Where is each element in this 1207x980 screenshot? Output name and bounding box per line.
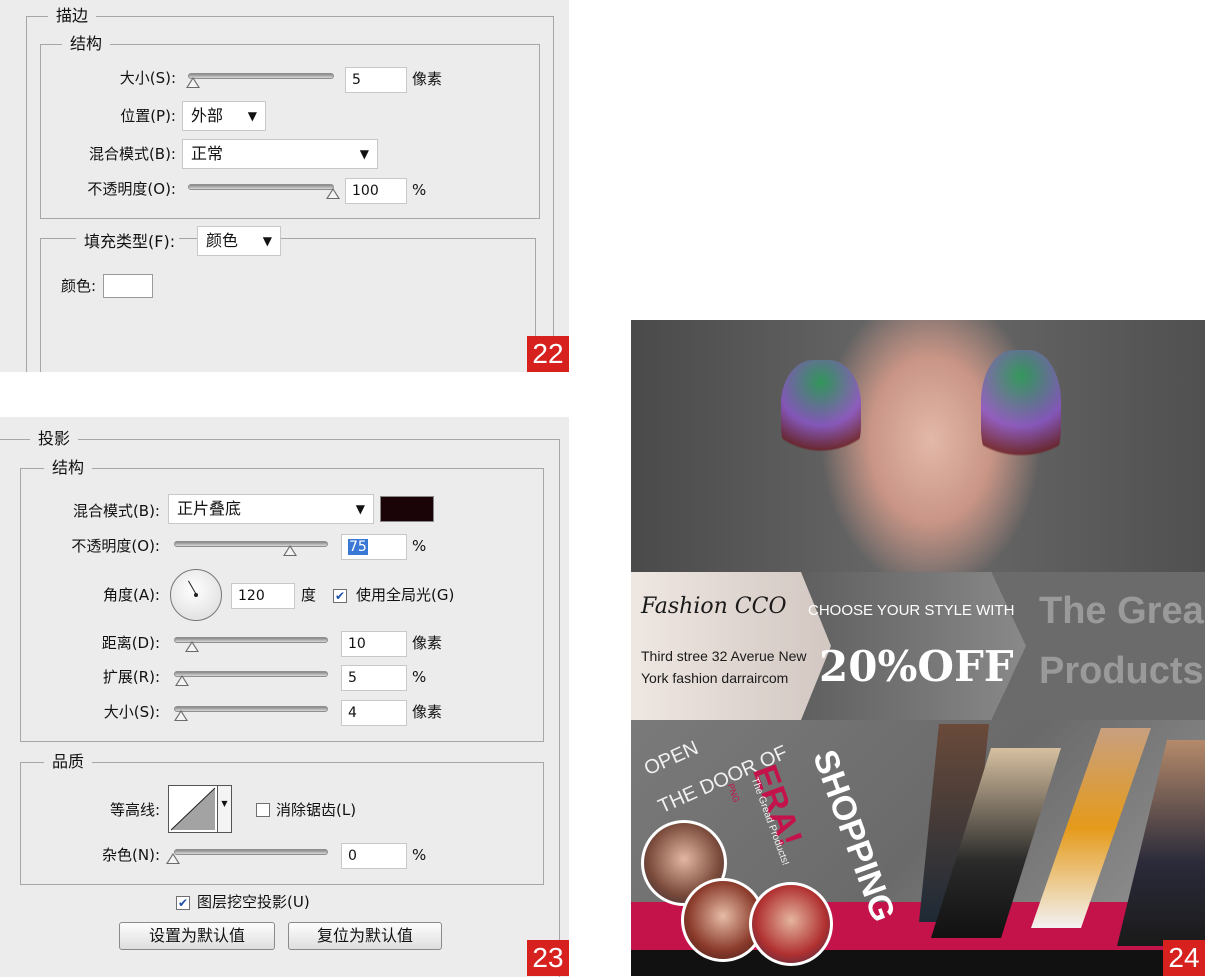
size-input[interactable]: 5 [345,67,407,93]
blend-mode-select[interactable]: 正片叠底 ▼ [168,494,374,524]
opacity-unit: % [412,181,427,199]
opacity-label: 不透明度(O): [87,180,176,198]
size-unit: 像素 [412,703,443,721]
size-unit: 像素 [412,70,443,88]
brand-text: Fashion CCO [641,594,787,619]
blend-mode-value: 正常 [191,144,224,163]
chevron-down-icon: ▼ [359,147,369,161]
distance-slider-thumb[interactable] [185,641,199,652]
size-slider-thumb[interactable] [186,77,200,88]
distance-input[interactable]: 10 [341,631,407,657]
address-line-2: York fashion darraircom [641,670,789,686]
opacity-slider-thumb[interactable] [326,188,340,199]
contour-label: 等高线: [109,801,160,819]
figure-badge: 23 [527,940,569,976]
opacity-unit: % [412,537,427,555]
blend-mode-label: 混合模式(B): [72,502,160,520]
set-default-button[interactable]: 设置为默认值 [119,922,275,950]
distance-label: 距离(D): [101,634,160,652]
size-label: 大小(S): [103,703,160,721]
opacity-label: 不透明度(O): [71,537,160,555]
size-label: 大小(S): [119,69,176,87]
makeup-left [781,360,861,470]
address-line-1: Third stree 32 Averue New [641,648,807,664]
drop-shadow-title: 投影 [30,429,79,449]
figure-badge: 24 [1163,940,1205,976]
distance-unit: 像素 [412,634,443,652]
contour-picker[interactable] [168,785,218,833]
structure-title: 结构 [62,34,111,54]
noise-slider[interactable] [174,849,328,855]
contour-curve-icon [170,787,216,831]
color-label: 颜色: [60,277,96,295]
fill-type-value: 颜色 [206,231,239,250]
angle-label: 角度(A): [102,586,160,604]
fill-type-group [40,238,536,372]
blend-mode-select[interactable]: 正常 ▼ [182,139,378,169]
fill-type-select[interactable]: 颜色 ▼ [197,226,281,256]
chevron-down-icon: ▼ [262,234,272,248]
spread-slider-thumb[interactable] [175,675,189,686]
opacity-input[interactable]: 75 [341,534,407,560]
gread-line-2: Products! [1039,650,1205,692]
blend-mode-label: 混合模式(B): [88,145,176,163]
antialias-label: 消除锯齿(L) [276,801,357,819]
discount-text: 20%OFF [819,642,1014,691]
stroke-panel: 描边 结构 大小(S): 5 像素 位置(P): 外部 ▼ 混合模式(B): 正… [0,0,569,372]
knockout-checkbox[interactable]: ✔ [176,896,190,910]
structure-title: 结构 [44,458,93,478]
position-select[interactable]: 外部 ▼ [182,101,266,131]
opacity-slider[interactable] [174,541,328,547]
angle-input[interactable]: 120 [231,583,295,609]
noise-unit: % [412,846,427,864]
shadow-color-swatch[interactable] [380,496,434,522]
makeup-right [981,350,1061,480]
opacity-slider-thumb[interactable] [283,545,297,556]
angle-unit: 度 [301,586,317,604]
opacity-slider[interactable] [188,184,334,190]
gread-line-1: The Gread [1039,590,1205,632]
quality-title: 品质 [44,752,93,772]
global-light-checkbox[interactable]: ✔ [333,589,347,603]
fashion-ad-image: Fashion CCO CHOOSE YOUR STYLE WITH Third… [631,320,1205,976]
reset-default-button[interactable]: 复位为默认值 [288,922,442,950]
size-slider[interactable] [174,706,328,712]
noise-input[interactable]: 0 [341,843,407,869]
position-label: 位置(P): [120,107,176,125]
chevron-down-icon: ▼ [355,502,365,516]
spread-slider[interactable] [174,671,328,677]
angle-dial[interactable] [170,569,222,621]
contour-dropdown-button[interactable]: ▼ [218,785,232,833]
fill-type-label: 填充类型(F): [76,232,180,252]
spread-input[interactable]: 5 [341,665,407,691]
angle-dial-center [194,593,198,597]
chevron-down-icon: ▼ [247,109,257,123]
opacity-value: 75 [348,539,368,555]
global-light-label: 使用全局光(G) [356,586,455,604]
knockout-label: 图层挖空投影(U) [197,893,310,911]
opacity-input[interactable]: 100 [345,178,407,204]
model-face-photo [631,320,1205,572]
position-value: 外部 [191,106,224,125]
spread-unit: % [412,668,427,686]
size-input[interactable]: 4 [341,700,407,726]
antialias-checkbox[interactable] [256,803,270,817]
size-slider-thumb[interactable] [174,710,188,721]
blend-mode-value: 正片叠底 [177,499,242,518]
noise-label: 杂色(N): [102,846,160,864]
color-swatch[interactable] [103,274,153,298]
choose-text: CHOOSE YOUR STYLE WITH [808,602,1015,619]
noise-slider-thumb[interactable] [166,853,180,864]
stroke-title: 描边 [48,6,97,26]
size-slider[interactable] [188,73,334,79]
model-circle-3 [749,882,833,966]
spread-label: 扩展(R): [102,668,160,686]
drop-shadow-panel: 投影 结构 混合模式(B): 正片叠底 ▼ 不透明度(O): 75 % 角度(A… [0,417,569,977]
figure-badge: 22 [527,336,569,372]
